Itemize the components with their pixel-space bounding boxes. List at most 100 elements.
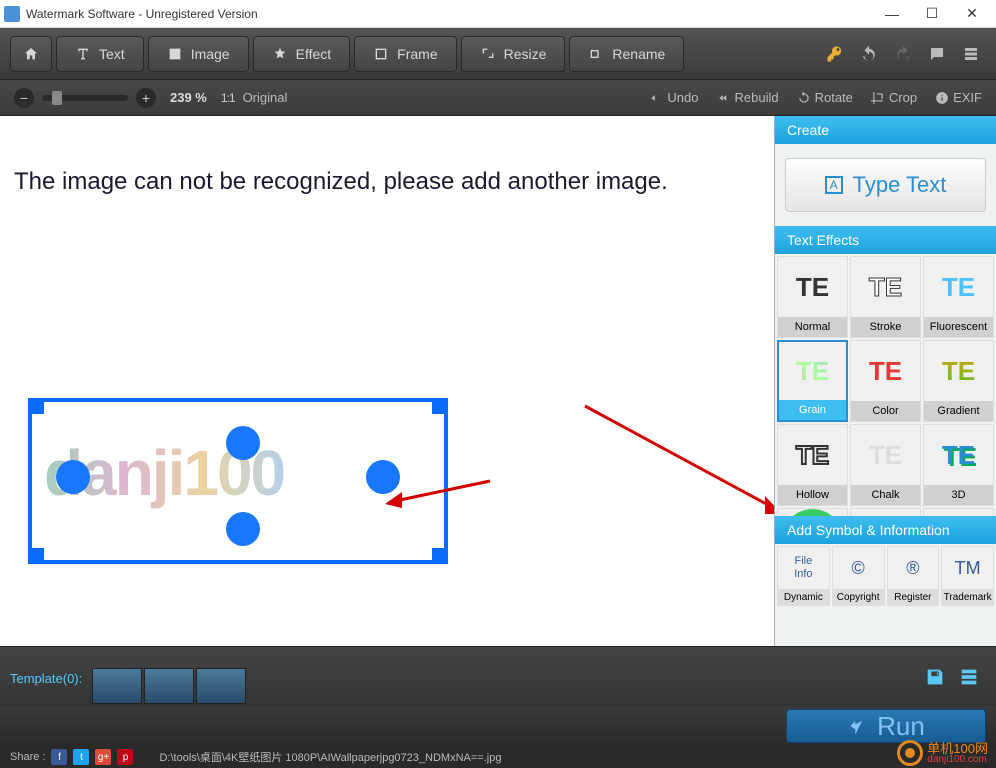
save-icon[interactable] <box>924 666 946 688</box>
effect-sample: TE <box>924 425 993 485</box>
symbol-label: Trademark <box>942 589 993 605</box>
symbol-trademark[interactable]: TMTrademark <box>941 546 994 606</box>
text-effect-grain[interactable]: TEGrain <box>777 340 848 422</box>
share-label: Share : <box>10 751 45 763</box>
effect-label: Gradient <box>924 401 993 421</box>
annotation-arrow <box>570 396 774 516</box>
effect-label: Grain <box>779 400 846 420</box>
template-bar: Template(0): <box>0 646 996 706</box>
run-label: Run <box>877 711 925 742</box>
zoom-percent: 239 % <box>170 90 207 105</box>
effect-sample: TE <box>779 342 846 400</box>
text-effect-stroke[interactable]: TEStroke <box>850 256 921 338</box>
symbol-copyright[interactable]: ©Copyright <box>832 546 885 606</box>
template-thumb[interactable] <box>196 668 246 704</box>
close-button[interactable]: ✕ <box>952 0 992 28</box>
frame-button[interactable]: Frame <box>354 36 456 72</box>
text-effect-normal[interactable]: TENormal <box>777 256 848 338</box>
zoom-out-button[interactable]: − <box>14 88 34 108</box>
effect-button[interactable]: Effect <box>253 36 351 72</box>
text-effect-hollow[interactable]: TEHollow <box>777 424 848 506</box>
zoom-slider[interactable] <box>42 95 128 101</box>
text-effects-grid: TENormalTEStrokeTEFluorescentTEGrainTECo… <box>775 254 996 516</box>
effect-label: Normal <box>778 317 847 337</box>
text-effect-blank <box>850 508 921 516</box>
main-toolbar: Text Image Effect Frame Resize Rename <box>0 28 996 80</box>
effect-sample: TE <box>778 425 847 485</box>
zoom-in-button[interactable]: + <box>136 88 156 108</box>
template-thumb[interactable] <box>144 668 194 704</box>
run-bar: Run <box>0 706 996 746</box>
text-effect-fluorescent[interactable]: TEFluorescent <box>923 256 994 338</box>
resize-handle-br[interactable] <box>432 548 448 564</box>
canvas-message: The image can not be recognized, please … <box>14 168 668 196</box>
effect-sample: TE <box>924 341 993 401</box>
symbol-register[interactable]: ®Register <box>887 546 940 606</box>
letter-a-icon: A <box>825 176 843 194</box>
template-thumb[interactable] <box>92 668 142 704</box>
rotate-button[interactable]: Rotate <box>797 90 853 105</box>
text-effect-gradient[interactable]: TEGradient <box>923 340 994 422</box>
crop-button[interactable]: Crop <box>871 90 917 105</box>
redo-icon[interactable] <box>888 39 918 69</box>
rename-button[interactable]: Rename <box>569 36 684 72</box>
list-icon[interactable] <box>956 39 986 69</box>
effect-sample: TE <box>851 425 920 485</box>
home-button[interactable] <box>10 36 52 72</box>
type-text-button[interactable]: A Type Text <box>785 158 986 212</box>
text-effect-extra[interactable]: TE <box>777 508 848 516</box>
symbol-dynamic[interactable]: File InfoDynamic <box>777 546 830 606</box>
text-button[interactable]: Text <box>56 36 144 72</box>
symbol-header: Add Symbol & Information <box>775 516 996 544</box>
list-icon[interactable] <box>958 666 980 688</box>
resize-handle-tl[interactable] <box>28 398 44 414</box>
exif-button[interactable]: EXIF <box>935 90 982 105</box>
symbol-sample: © <box>833 547 884 589</box>
canvas[interactable]: The image can not be recognized, please … <box>0 116 774 646</box>
image-button-label: Image <box>191 46 230 62</box>
resize-button-label: Resize <box>504 46 547 62</box>
one-to-one[interactable]: 1:1 <box>221 91 235 105</box>
brand-name: 单机100网 <box>927 742 988 755</box>
symbol-sample: TM <box>942 547 993 589</box>
brand-url: danji100.com <box>927 755 988 765</box>
status-path: D:\tools\桌面\4K壁纸图片 1080P\AIWallpaperjpg0… <box>159 749 501 765</box>
facebook-icon[interactable]: f <box>51 749 67 765</box>
watermark-selection[interactable]: danji100 <box>28 398 448 564</box>
symbol-label: Dynamic <box>778 589 829 605</box>
maximize-button[interactable]: ☐ <box>912 0 952 28</box>
resize-handle-bl[interactable] <box>28 548 44 564</box>
image-button[interactable]: Image <box>148 36 249 72</box>
pinterest-icon[interactable]: p <box>117 749 133 765</box>
resize-button[interactable]: Resize <box>461 36 566 72</box>
text-button-label: Text <box>99 46 125 62</box>
sub-toolbar: − + 239 % 1:1 Original Undo Rebuild Rota… <box>0 80 996 116</box>
symbol-sample: File Info <box>778 547 829 589</box>
googleplus-icon[interactable]: g+ <box>95 749 111 765</box>
chat-icon[interactable] <box>922 39 952 69</box>
move-handle[interactable] <box>226 512 260 546</box>
status-bar: Share : f t g+ p D:\tools\桌面\4K壁纸图片 1080… <box>0 746 996 768</box>
text-effect-3d[interactable]: TE3D <box>923 424 994 506</box>
minimize-button[interactable]: — <box>872 0 912 28</box>
effect-sample: TE <box>924 257 993 317</box>
effect-label: 3D <box>924 485 993 505</box>
resize-handle-tr[interactable] <box>432 398 448 414</box>
effect-sample: TE <box>851 341 920 401</box>
text-effect-chalk[interactable]: TEChalk <box>850 424 921 506</box>
move-handle[interactable] <box>56 460 90 494</box>
move-handle[interactable] <box>226 426 260 460</box>
key-icon[interactable] <box>820 39 850 69</box>
run-button[interactable]: Run <box>786 709 986 743</box>
original-label[interactable]: Original <box>243 90 288 105</box>
brand-logo-icon <box>897 740 923 766</box>
rebuild-button[interactable]: Rebuild <box>717 90 779 105</box>
text-effect-color[interactable]: TEColor <box>850 340 921 422</box>
twitter-icon[interactable]: t <box>73 749 89 765</box>
move-handle[interactable] <box>366 460 400 494</box>
brand-watermark: 单机100网 danji100.com <box>897 740 988 766</box>
undo-button[interactable]: Undo <box>649 90 698 105</box>
undo-icon[interactable] <box>854 39 884 69</box>
effect-label: Chalk <box>851 485 920 505</box>
symbol-sample: ® <box>888 547 939 589</box>
